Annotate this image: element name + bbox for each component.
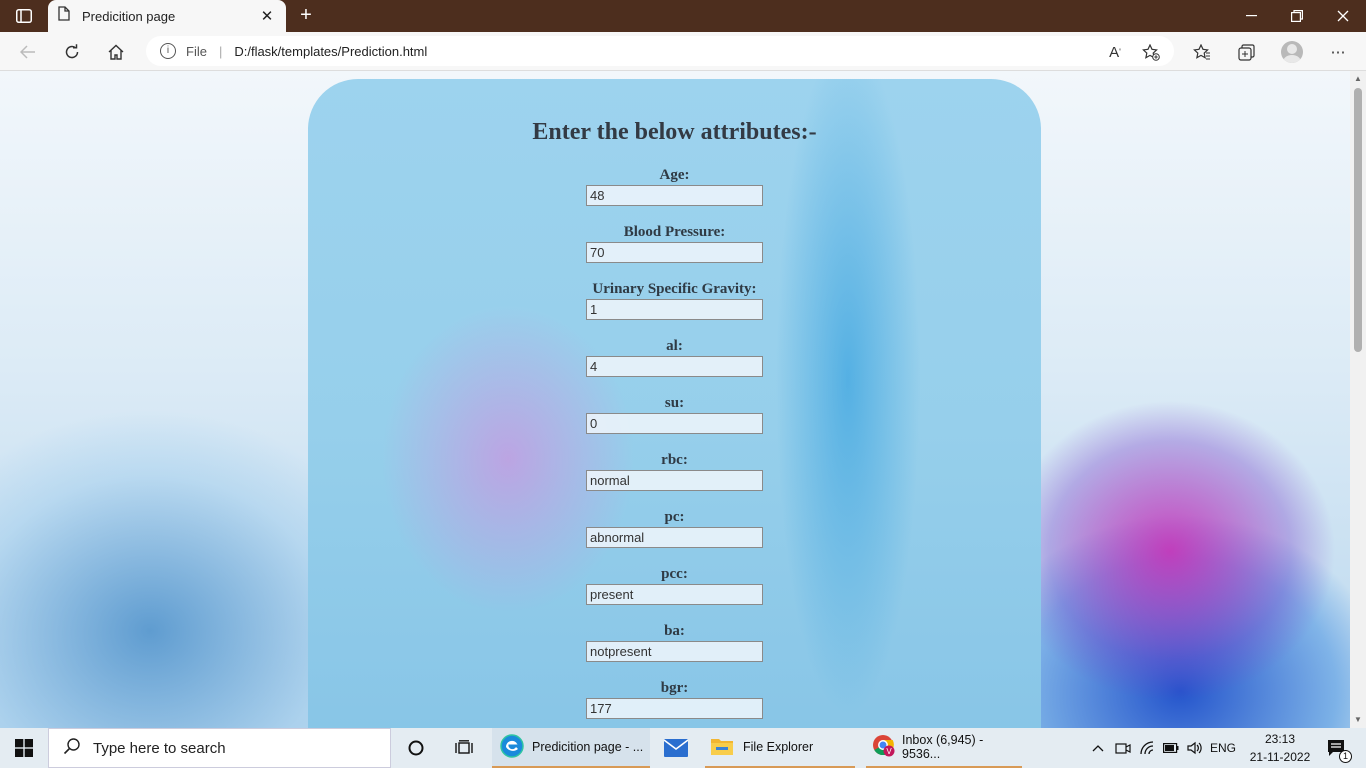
new-tab-button[interactable]: + <box>294 4 318 28</box>
info-icon[interactable]: i <box>160 43 176 59</box>
bgr-field: bgr: <box>308 679 1041 719</box>
language-indicator[interactable]: ENG <box>1208 728 1238 768</box>
page-viewport: Enter the below attributes:- Age: Blood … <box>0 71 1350 728</box>
favorites-icon[interactable] <box>1188 38 1216 66</box>
collections-icon[interactable] <box>1232 38 1260 66</box>
address-protocol: File <box>186 43 207 59</box>
page-scrollbar[interactable]: ▲ ▼ <box>1350 71 1366 728</box>
search-icon <box>63 737 81 759</box>
rbc-input[interactable] <box>586 470 763 491</box>
more-options-icon[interactable]: ⋯ <box>1324 38 1352 66</box>
rbc-label: rbc: <box>661 452 688 468</box>
volume-icon[interactable] <box>1184 728 1206 768</box>
pcc-field: pcc: <box>308 565 1041 605</box>
specific-gravity-label: Urinary Specific Gravity: <box>592 281 757 297</box>
address-url: D:/flask/templates/Prediction.html <box>234 43 428 59</box>
clock-date: 21-11-2022 <box>1249 750 1311 764</box>
show-hidden-icons[interactable] <box>1088 728 1108 768</box>
profile-avatar[interactable] <box>1278 38 1306 66</box>
page-file-icon <box>58 6 70 26</box>
scroll-up-icon[interactable]: ▲ <box>1350 71 1366 87</box>
read-aloud-icon[interactable]: Aʹ <box>1101 38 1129 66</box>
taskbar-search[interactable]: Type here to search <box>48 728 391 768</box>
back-button[interactable] <box>14 38 42 66</box>
chrome-icon: V <box>872 734 896 761</box>
close-tab-icon[interactable]: ✕ <box>258 7 276 25</box>
mail-icon[interactable] <box>662 728 690 768</box>
taskbar-app-edge[interactable]: Predicition page - ... <box>492 728 650 768</box>
prediction-form-panel: Enter the below attributes:- Age: Blood … <box>308 79 1041 728</box>
age-label: Age: <box>659 167 690 183</box>
su-field: su: <box>308 394 1041 434</box>
task-view-icon[interactable] <box>452 728 476 768</box>
start-button[interactable] <box>0 728 48 768</box>
bgr-input[interactable] <box>586 698 763 719</box>
pc-label: pc: <box>664 509 685 525</box>
blood-pressure-field: Blood Pressure: <box>308 223 1041 263</box>
home-button[interactable] <box>102 38 130 66</box>
edge-icon <box>500 733 524 761</box>
al-field: al: <box>308 337 1041 377</box>
blood-pressure-label: Blood Pressure: <box>623 224 726 240</box>
svg-text:V: V <box>886 747 892 756</box>
pcc-label: pcc: <box>661 566 688 582</box>
ba-field: ba: <box>308 622 1041 662</box>
meet-now-icon[interactable] <box>1112 728 1134 768</box>
tab-title: Predicition page <box>82 8 176 24</box>
close-window-button[interactable] <box>1320 0 1366 32</box>
address-bar[interactable]: i File | D:/flask/templates/Prediction.h… <box>146 36 1174 66</box>
taskbar-app-chrome-label: Inbox (6,945) - 9536... <box>902 733 984 761</box>
battery-icon[interactable] <box>1160 728 1182 768</box>
browser-toolbar: i File | D:/flask/templates/Prediction.h… <box>0 32 1366 71</box>
pc-input[interactable] <box>586 527 763 548</box>
pcc-input[interactable] <box>586 584 763 605</box>
cortana-icon[interactable] <box>404 728 428 768</box>
minimize-button[interactable] <box>1228 0 1274 32</box>
taskbar-app-chrome[interactable]: V Inbox (6,945) - 9536... <box>866 728 1022 768</box>
bgr-label: bgr: <box>660 680 689 696</box>
ba-label: ba: <box>664 623 685 639</box>
taskbar-app-file-explorer-label: File Explorer <box>743 740 814 754</box>
scrollbar-thumb[interactable] <box>1354 88 1362 352</box>
page-heading: Enter the below attributes:- <box>532 119 817 145</box>
browser-tab[interactable]: Predicition page ✕ <box>48 0 286 32</box>
avatar-icon <box>1281 41 1303 63</box>
browser-tab-strip: Predicition page ✕ + <box>0 0 1366 32</box>
rbc-field: rbc: <box>308 451 1041 491</box>
ba-input[interactable] <box>586 641 763 662</box>
tab-actions-icon[interactable] <box>10 6 38 26</box>
taskbar-app-file-explorer[interactable]: File Explorer <box>705 728 855 768</box>
su-label: su: <box>664 395 685 411</box>
restore-button[interactable] <box>1274 0 1320 32</box>
scroll-down-icon[interactable]: ▼ <box>1350 712 1366 728</box>
add-favorite-icon[interactable] <box>1137 38 1165 66</box>
specific-gravity-input[interactable] <box>586 299 763 320</box>
al-input[interactable] <box>586 356 763 377</box>
su-input[interactable] <box>586 413 763 434</box>
clock-time: 23:13 <box>1264 732 1296 746</box>
age-input[interactable] <box>586 185 763 206</box>
windows-taskbar: Type here to search Predicition page - .… <box>0 728 1366 768</box>
age-field: Age: <box>308 166 1041 206</box>
notification-count-badge: 1 <box>1339 750 1352 763</box>
notification-center-icon[interactable]: 1 <box>1322 728 1352 768</box>
address-separator: | <box>218 43 223 59</box>
specific-gravity-field: Urinary Specific Gravity: <box>308 280 1041 320</box>
folder-icon <box>711 737 733 758</box>
search-placeholder: Type here to search <box>93 739 226 757</box>
refresh-button[interactable] <box>58 38 86 66</box>
system-clock[interactable]: 23:13 21-11-2022 <box>1240 730 1320 766</box>
al-label: al: <box>666 338 683 354</box>
blood-pressure-input[interactable] <box>586 242 763 263</box>
pc-field: pc: <box>308 508 1041 548</box>
network-icon[interactable] <box>1137 728 1159 768</box>
taskbar-app-edge-label: Predicition page - ... <box>532 740 644 754</box>
